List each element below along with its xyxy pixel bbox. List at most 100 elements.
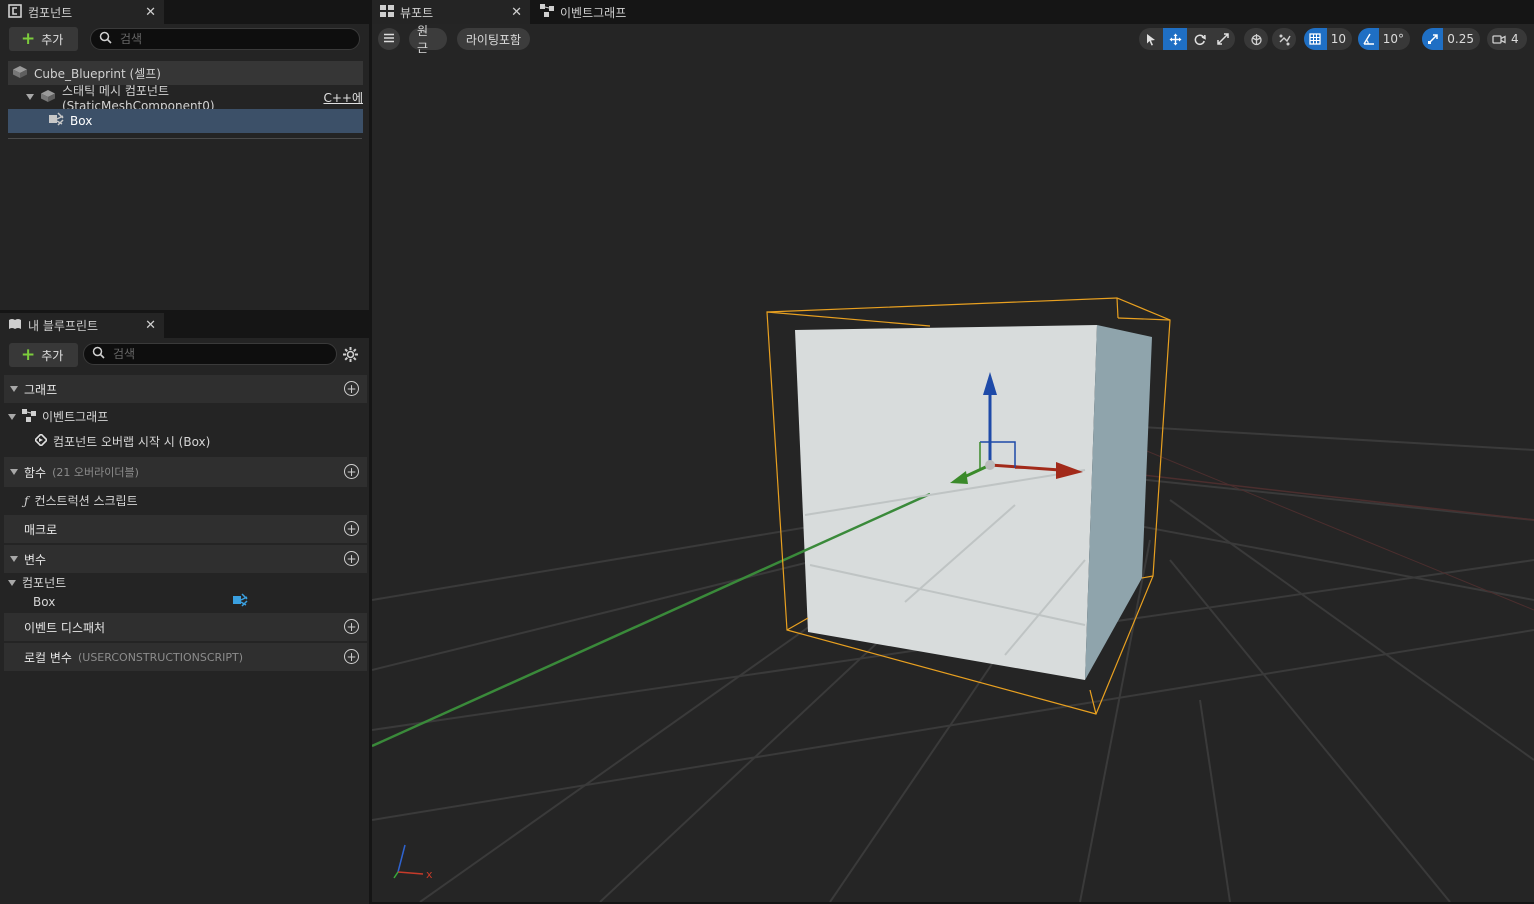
perspective-button[interactable]: 원근 bbox=[409, 24, 447, 55]
section-macros-label: 매크로 bbox=[24, 522, 58, 537]
transform-tools bbox=[1139, 28, 1235, 50]
search-icon bbox=[92, 346, 105, 362]
components-tabbar: 컴포넌트 ✕ bbox=[0, 0, 369, 24]
section-local-variables[interactable]: 로컬 변수 (USERCONSTRUCTIONSCRIPT) + bbox=[4, 643, 367, 671]
event-graph-icon bbox=[22, 408, 36, 425]
box-variable-item[interactable]: Box bbox=[33, 593, 248, 611]
local-variables-scope: (USERCONSTRUCTIONSCRIPT) bbox=[77, 650, 244, 664]
chevron-down-icon[interactable] bbox=[8, 579, 16, 586]
event-graph-label: 이벤트그래프 bbox=[42, 410, 109, 424]
add-event-dispatcher-icon[interactable]: + bbox=[344, 619, 359, 634]
components-tab-label: 컴포넌트 bbox=[28, 5, 73, 20]
components-category-label: 컴포넌트 bbox=[22, 576, 67, 590]
cube-front-face[interactable] bbox=[795, 325, 1097, 680]
rotation-snap-value: 10° bbox=[1382, 32, 1404, 46]
tree-grandchild-label: Box bbox=[70, 114, 93, 128]
section-graphs-label: 그래프 bbox=[24, 382, 58, 397]
my-blueprint-tab-label: 내 블루프린트 bbox=[28, 319, 99, 333]
event-graph-tab[interactable]: 이벤트그래프 bbox=[532, 0, 662, 24]
grid-snap-group[interactable]: 10 bbox=[1304, 28, 1352, 50]
components-tab[interactable]: 컴포넌트 ✕ bbox=[0, 0, 164, 24]
hamburger-icon bbox=[383, 32, 395, 46]
construction-script-item[interactable]: ƒ 컨스트럭션 스크립트 bbox=[24, 492, 138, 509]
overlap-event-item[interactable]: 컴포넌트 오버랩 시작 시 (Box) bbox=[33, 432, 210, 450]
chevron-down-icon[interactable] bbox=[10, 386, 18, 392]
event-graph-item[interactable]: 이벤트그래프 bbox=[8, 408, 108, 425]
select-icon[interactable] bbox=[1139, 28, 1163, 50]
x-axis-line bbox=[1099, 469, 1534, 521]
components-search-input[interactable] bbox=[120, 32, 320, 46]
function-icon: ƒ bbox=[24, 493, 29, 508]
add-variable-icon[interactable]: + bbox=[344, 551, 359, 566]
tree-item-box[interactable]: Box bbox=[8, 109, 363, 133]
section-functions-label: 함수 bbox=[24, 465, 47, 480]
event-node-icon bbox=[33, 432, 49, 449]
section-macros[interactable]: 매크로 + bbox=[4, 515, 367, 543]
functions-override-count: (21 오버라이더블) bbox=[52, 466, 139, 479]
world-space-icon[interactable] bbox=[1244, 28, 1268, 50]
scale-icon[interactable] bbox=[1211, 28, 1235, 50]
chevron-down-icon[interactable] bbox=[10, 469, 18, 475]
add-macro-icon[interactable]: + bbox=[344, 521, 359, 536]
rotate-icon[interactable] bbox=[1187, 28, 1211, 50]
gear-icon[interactable] bbox=[342, 346, 359, 366]
section-event-dispatchers[interactable]: 이벤트 디스패처 + bbox=[4, 613, 367, 641]
rotation-snap-icon[interactable] bbox=[1358, 28, 1379, 50]
components-category[interactable]: 컴포넌트 bbox=[8, 574, 66, 591]
blueprint-search-input[interactable] bbox=[113, 347, 313, 361]
box-variable-label: Box bbox=[33, 595, 56, 609]
add-blueprint-item-button[interactable]: + 추가 bbox=[9, 343, 78, 367]
camera-speed-group[interactable]: 4 bbox=[1487, 28, 1527, 50]
camera-icon[interactable] bbox=[1487, 28, 1511, 50]
viewport[interactable]: x 원근 라이팅포함 10 10° 0.25 4 bbox=[372, 24, 1534, 902]
scale-snap-value: 0.25 bbox=[1447, 32, 1474, 46]
add-component-button[interactable]: + 추가 bbox=[9, 27, 78, 51]
chevron-down-icon[interactable] bbox=[8, 413, 16, 420]
add-function-icon[interactable]: + bbox=[344, 464, 359, 479]
scale-snap-group[interactable]: 0.25 bbox=[1422, 28, 1480, 50]
lighting-mode-button[interactable]: 라이팅포함 bbox=[457, 28, 530, 50]
blueprint-search[interactable] bbox=[83, 343, 337, 365]
axis-indicator: x bbox=[393, 844, 433, 881]
grid-snap-icon[interactable] bbox=[1304, 28, 1327, 50]
chevron-down-icon[interactable] bbox=[26, 94, 34, 100]
box-collision-icon bbox=[48, 112, 64, 130]
viewport-tab[interactable]: 뷰포트 ✕ bbox=[372, 0, 530, 24]
surface-snapping bbox=[1272, 28, 1296, 50]
scene-canvas[interactable]: x bbox=[372, 24, 1534, 902]
components-panel: 컴포넌트 ✕ + 추가 Cube_Blueprint (셀프) 스태틱 메시 컴… bbox=[0, 0, 369, 310]
cpp-link[interactable]: C++에 bbox=[323, 89, 363, 106]
close-icon[interactable]: ✕ bbox=[145, 318, 156, 333]
my-blueprint-panel: 내 블루프린트 ✕ + 추가 그래프 + 이벤트그래프 컴포넌트 오버랩 시작 … bbox=[0, 312, 369, 904]
static-mesh-icon bbox=[40, 89, 56, 106]
my-blueprint-tab[interactable]: 내 블루프린트 ✕ bbox=[0, 313, 164, 338]
translate-icon[interactable] bbox=[1163, 28, 1187, 50]
scale-snap-icon[interactable] bbox=[1422, 28, 1444, 50]
components-search[interactable] bbox=[90, 28, 360, 50]
add-label: 추가 bbox=[41, 348, 64, 363]
event-graph-tab-label: 이벤트그래프 bbox=[560, 5, 627, 20]
section-functions[interactable]: 함수 (21 오버라이더블) + bbox=[4, 457, 367, 487]
close-icon[interactable]: ✕ bbox=[511, 5, 522, 20]
axis-x-label: x bbox=[426, 868, 433, 881]
viewport-tabbar: 뷰포트 ✕ 이벤트그래프 bbox=[372, 0, 1534, 24]
construction-script-label: 컨스트럭션 스크립트 bbox=[34, 494, 138, 508]
close-icon[interactable]: ✕ bbox=[145, 5, 156, 20]
chevron-down-icon[interactable] bbox=[10, 556, 18, 562]
section-event-dispatchers-label: 이벤트 디스패처 bbox=[24, 620, 106, 635]
box-collision-icon bbox=[232, 593, 248, 611]
grid-snap-value: 10 bbox=[1330, 32, 1346, 46]
section-graphs[interactable]: 그래프 + bbox=[4, 375, 367, 403]
x-axis-line-far bbox=[1119, 439, 1534, 611]
section-variables[interactable]: 변수 + bbox=[4, 545, 367, 573]
viewport-menu-button[interactable] bbox=[378, 28, 400, 50]
add-local-variable-icon[interactable]: + bbox=[344, 649, 359, 664]
add-graph-icon[interactable]: + bbox=[344, 381, 359, 396]
tree-item-static-mesh[interactable]: 스태틱 메시 컴포넌트 (StaticMeshComponent0) C++에 bbox=[8, 84, 363, 113]
tree-child-label: 스태틱 메시 컴포넌트 (StaticMeshComponent0) bbox=[62, 83, 215, 113]
event-graph-icon bbox=[540, 4, 554, 20]
rotation-snap-group[interactable]: 10° bbox=[1358, 28, 1410, 50]
lighting-label: 라이팅포함 bbox=[465, 32, 522, 47]
tree-root-label: Cube_Blueprint (셀프) bbox=[34, 66, 161, 81]
surface-snap-icon[interactable] bbox=[1272, 28, 1296, 50]
